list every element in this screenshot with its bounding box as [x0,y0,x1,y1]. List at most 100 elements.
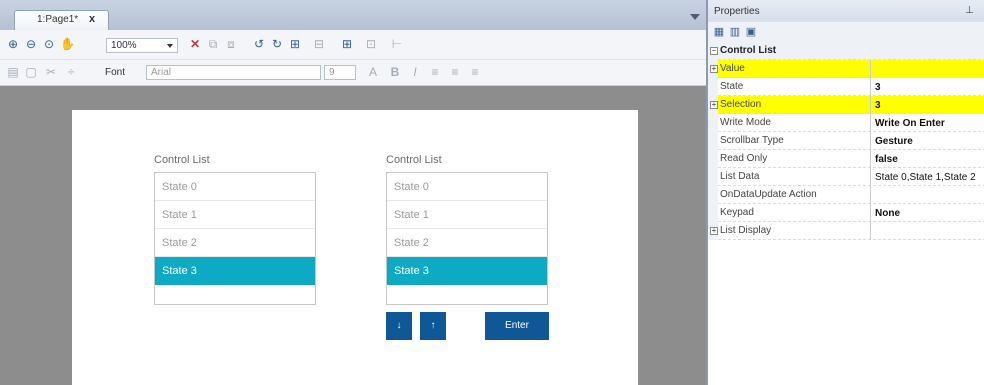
font-size-field[interactable]: 9 [324,65,356,80]
property-row-ondataupdate-action[interactable]: OnDataUpdate Action [708,186,984,204]
design-canvas[interactable]: Control List State 0 State 1 State 2 Sta… [72,110,638,385]
properties-panel: Properties ⊥ ▦ ▥ ▣ − Control List + Valu… [706,0,984,385]
group-icon[interactable]: ⊞ [288,37,302,51]
property-row-list-display[interactable]: + List Display [708,222,984,240]
tab-bar: 1:Page1* x [0,0,706,30]
font-family-field[interactable]: Arial [146,65,321,80]
property-row-scrollbar-type[interactable]: Scrollbar Type Gesture [708,132,984,150]
zoom-in-icon[interactable]: ⊕ [6,37,20,51]
property-row-value[interactable]: + Value [708,60,984,78]
property-value[interactable] [870,60,984,78]
property-value[interactable]: None [870,204,984,222]
tab-page1[interactable]: 1:Page1* x [14,10,109,30]
divide-icon[interactable]: ÷ [64,65,78,79]
copy-format-icon[interactable]: ▢ [24,65,38,79]
property-row-write-mode[interactable]: Write Mode Write On Enter [708,114,984,132]
collapse-icon[interactable]: − [710,47,718,55]
tab-label: 1:Page1* [37,14,79,25]
list-item[interactable]: State 1 [387,201,547,229]
font-size-value: 9 [329,67,335,78]
toolbar-format: ▤ ▢ ✂ ÷ Font Arial 9 A B I ≡ ≡ ≡ [0,60,706,86]
list-item[interactable]: State 1 [155,201,315,229]
property-category-control-list[interactable]: − Control List [708,42,984,60]
properties-title: Properties [708,0,984,22]
property-row-keypad[interactable]: Keypad None [708,204,984,222]
expand-icon[interactable]: + [710,101,718,109]
list-item[interactable]: State 0 [387,173,547,201]
list-item[interactable]: State 2 [387,229,547,257]
zoom-fit-icon[interactable]: ⊙ [42,37,56,51]
property-grid: − Control List + Value State 3 + Selecti… [708,42,984,240]
pan-hand-icon[interactable]: ✋ [60,37,75,51]
zoom-out-icon[interactable]: ⊖ [24,37,38,51]
paste-icon[interactable]: ⧈ [224,37,238,51]
zoom-select[interactable]: 100% [106,38,178,53]
font-family-value: Arial [151,67,172,78]
zoom-value: 100% [111,40,137,51]
list-item-selected[interactable]: State 3 [155,257,315,285]
control-list-label: Control List [386,154,442,166]
delete-icon[interactable]: ✕ [188,37,202,51]
list-item-selected[interactable]: State 3 [387,257,547,285]
control-list-1[interactable]: State 0 State 1 State 2 State 3 [154,172,316,305]
align-icon[interactable]: ⊟ [312,37,326,51]
list-item[interactable]: State 2 [155,229,315,257]
property-value[interactable] [870,186,984,204]
size-icon[interactable]: ⊢ [390,37,404,51]
property-value[interactable]: false [870,150,984,168]
enter-button[interactable]: Enter [485,312,549,340]
pin-icon[interactable]: ⊥ [965,5,974,16]
property-name: List Data [720,171,760,182]
categorized-icon[interactable]: ▦ [712,25,726,39]
font-label: Font [105,67,126,78]
tab-list-dropdown-icon[interactable] [690,14,700,20]
property-value[interactable]: 3 [870,96,984,114]
property-value[interactable]: State 0,State 1,State 2 [870,168,984,186]
property-pages-icon[interactable]: ▣ [744,25,758,39]
text-color-icon[interactable]: A [366,65,380,79]
cut-icon[interactable]: ✂ [44,65,58,79]
grid-icon[interactable]: ⊞ [340,37,354,51]
property-value[interactable] [870,222,984,240]
property-name: State [720,81,744,92]
property-value[interactable]: 3 [870,78,984,96]
property-name: Control List [720,45,777,56]
distribute-icon[interactable]: ⊡ [364,37,378,51]
alphabetical-icon[interactable]: ▥ [728,25,742,39]
property-row-selection[interactable]: + Selection 3 [708,96,984,114]
property-row-state[interactable]: State 3 [708,78,984,96]
list-item[interactable]: State 0 [155,173,315,201]
property-name: Selection [720,99,762,110]
property-name: Scrollbar Type [720,135,784,146]
properties-toolbar: ▦ ▥ ▣ [708,22,984,42]
control-list-2[interactable]: State 0 State 1 State 2 State 3 [386,172,548,305]
property-name: Keypad [720,207,754,218]
scroll-up-button[interactable]: ↑ [420,312,446,340]
copy-icon[interactable]: ⧉ [206,37,220,51]
control-list-label: Control List [154,154,210,166]
rotate-right-icon[interactable]: ↻ [270,37,284,51]
scroll-down-button[interactable]: ↓ [386,312,412,340]
property-value[interactable]: Gesture [870,132,984,150]
property-name: Read Only [720,153,768,164]
chevron-down-icon [167,44,173,48]
property-row-read-only[interactable]: Read Only false [708,150,984,168]
bold-icon[interactable]: B [388,65,402,79]
toolbar-zoom: ⊕ ⊖ ⊙ ✋ 100% ✕ ⧉ ⧈ ↺ ↻ ⊞ ⊟ ⊞ ⊡ ⊢ [0,30,706,60]
align-center-icon[interactable]: ≡ [448,65,462,79]
align-right-icon[interactable]: ≡ [468,65,482,79]
property-name: Write Mode [720,117,771,128]
property-name: List Display [720,225,772,236]
property-value[interactable]: Write On Enter [870,114,984,132]
property-row-list-data[interactable]: List Data State 0,State 1,State 2 [708,168,984,186]
italic-icon[interactable]: I [408,65,422,79]
property-name: OnDataUpdate Action [720,189,817,200]
align-left-icon[interactable]: ≡ [428,65,442,79]
expand-icon[interactable]: + [710,65,718,73]
rotate-left-icon[interactable]: ↺ [252,37,266,51]
property-name: Value [720,63,745,74]
expand-icon[interactable]: + [710,227,718,235]
page-editor: 1:Page1* x ⊕ ⊖ ⊙ ✋ 100% ✕ ⧉ ⧈ ↺ ↻ ⊞ ⊟ ⊞ … [0,0,706,385]
save-icon[interactable]: ▤ [6,65,20,79]
close-icon[interactable]: x [89,13,95,25]
